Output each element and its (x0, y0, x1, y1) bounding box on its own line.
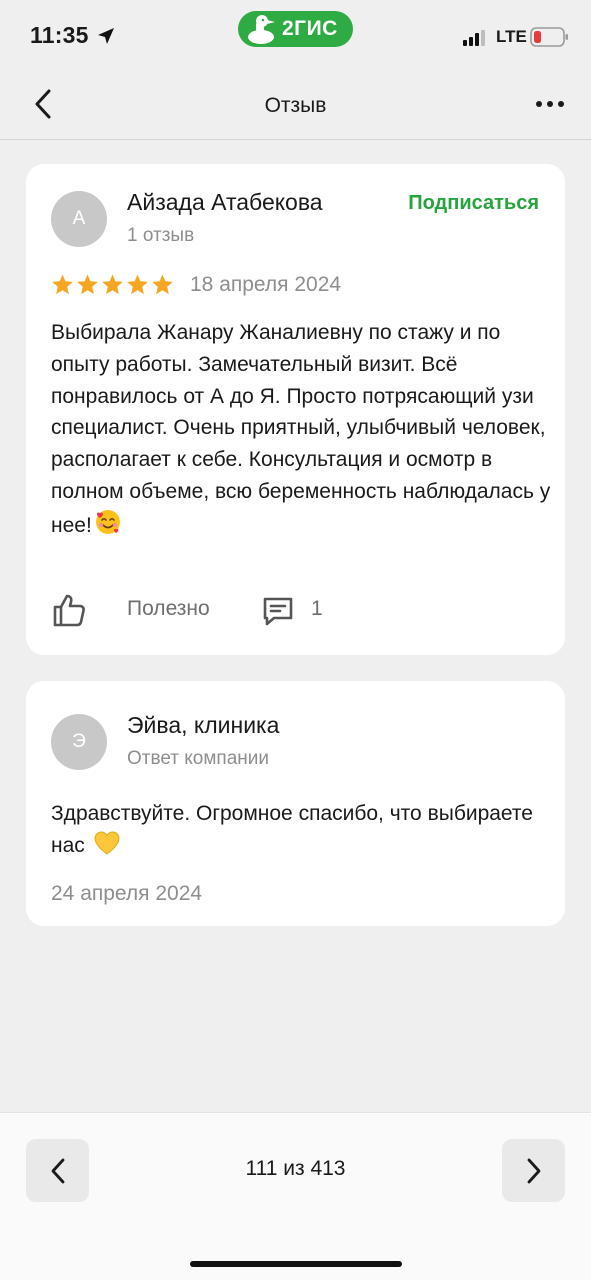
more-icon (536, 101, 564, 107)
reply-text: Здравствуйте. Огромное спасибо, что выби… (51, 798, 541, 862)
chevron-right-icon (527, 1158, 540, 1183)
yellow-heart-icon (94, 831, 120, 855)
more-button[interactable] (530, 90, 570, 118)
thumbs-up-icon (53, 594, 85, 627)
goose-icon (248, 15, 275, 44)
helpful-label: Полезно (127, 597, 210, 620)
signal-icon (463, 30, 485, 46)
review-date: 18 апреля 2024 (190, 273, 342, 296)
next-review-button[interactable] (502, 1139, 565, 1202)
page-title: Отзыв (264, 94, 327, 117)
smiling-face-with-hearts-icon (95, 509, 120, 534)
author-name[interactable]: Айзада Атабекова (127, 189, 323, 216)
star-icon (152, 274, 173, 295)
star-icon (102, 274, 123, 295)
company-reply-card: Э Эйва, клиника Ответ компании Здравству… (26, 681, 565, 926)
subscribe-button[interactable]: Подписаться (408, 192, 539, 215)
author-avatar[interactable]: А (51, 191, 107, 247)
brand-name: 2ГИС (282, 17, 338, 40)
company-name[interactable]: Эйва, клиника (127, 712, 279, 739)
review-body: Выбирала Жанару Жаналиевну по стажу и по… (51, 321, 551, 537)
review-text: Выбирала Жанару Жаналиевну по стажу и по… (51, 317, 551, 542)
rating-stars (51, 273, 174, 296)
status-time: 11:35 (30, 22, 89, 48)
comments-button[interactable]: 1 (261, 592, 331, 628)
review-card: А Айзада Атабекова 1 отзыв Подписаться 1… (26, 164, 565, 655)
battery-low-icon (530, 27, 568, 47)
reply-date: 24 апреля 2024 (51, 882, 203, 905)
bottom-pager-bar: 111 из 413 (0, 1112, 591, 1280)
star-icon (52, 274, 73, 295)
status-bar: 11:35 2ГИС LTE (0, 0, 591, 72)
home-indicator (190, 1261, 402, 1267)
company-avatar[interactable]: Э (51, 714, 107, 770)
network-type: LTE (496, 27, 527, 46)
nav-bar: Отзыв (0, 72, 591, 140)
author-review-count: 1 отзыв (127, 225, 195, 246)
helpful-button[interactable]: Полезно (51, 592, 231, 628)
star-icon (127, 274, 148, 295)
reply-body: Здравствуйте. Огромное спасибо, что выби… (51, 802, 533, 857)
location-arrow-icon (98, 28, 114, 44)
comment-icon (263, 597, 293, 626)
company-reply-label: Ответ компании (127, 748, 270, 769)
brand-logo: 2ГИС (238, 11, 353, 47)
star-icon (77, 274, 98, 295)
comments-count: 1 (311, 597, 323, 620)
